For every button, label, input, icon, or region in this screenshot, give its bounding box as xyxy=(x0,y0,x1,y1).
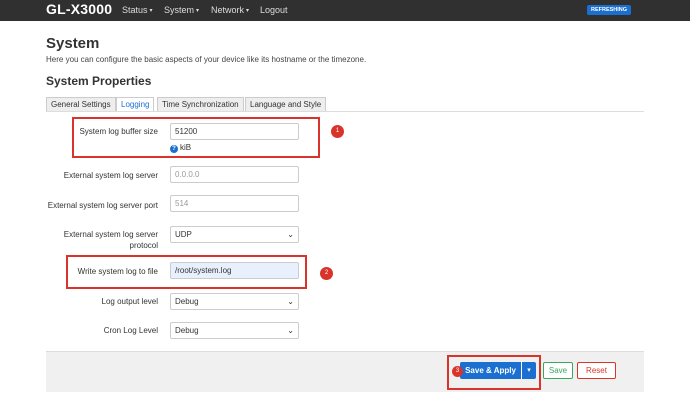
save-button[interactable]: Save xyxy=(543,362,573,379)
external-log-server-input[interactable]: 0.0.0.0 xyxy=(170,166,299,183)
highlight-box-1 xyxy=(72,117,320,158)
tab-divider xyxy=(46,111,644,112)
log-output-level-select[interactable]: Debug ⌄ xyxy=(170,293,299,310)
top-navbar: GL-X3000 Status ▾ System ▾ Network ▾ Logout… xyxy=(0,0,690,21)
brand-logo[interactable]: GL-X3000 xyxy=(46,1,112,17)
nav-logout-link[interactable]: Logout xyxy=(260,5,288,15)
log-output-level-label: Log output level xyxy=(101,297,159,306)
page-content: System Here you can configure the basic … xyxy=(0,21,690,407)
nav-system-label: System xyxy=(164,5,195,15)
caret-down-icon: ▾ xyxy=(246,8,250,14)
caret-down-icon: ▾ xyxy=(196,8,200,14)
chevron-down-icon: ⌄ xyxy=(287,326,294,335)
cron-log-level-label: Cron Log Level xyxy=(103,326,158,335)
tab-general-settings[interactable]: General Settings xyxy=(46,97,116,112)
tab-logging[interactable]: Logging xyxy=(116,97,155,112)
refreshing-badge[interactable]: REFRESHING xyxy=(587,5,631,15)
protocol-label-line2: protocol xyxy=(129,241,158,250)
section-title: System Properties xyxy=(46,74,152,88)
tab-language-and-style[interactable]: Language and Style xyxy=(245,97,327,112)
chevron-down-icon: ⌄ xyxy=(287,230,294,239)
nav-status-label: Status xyxy=(122,5,148,15)
nav-system-menu[interactable]: System ▾ xyxy=(164,5,199,15)
reset-button[interactable]: Reset xyxy=(577,362,616,379)
chevron-down-icon: ⌄ xyxy=(287,297,294,306)
annotation-marker-3: 3 xyxy=(452,366,463,377)
external-log-server-port-label: External system log server port xyxy=(47,201,158,210)
external-log-server-protocol-select[interactable]: UDP ⌄ xyxy=(170,226,299,243)
external-log-server-port-input[interactable]: 514 xyxy=(170,195,299,212)
page-title: System xyxy=(46,35,100,52)
highlight-box-2 xyxy=(66,255,307,289)
log-output-level-value: Debug xyxy=(175,297,199,306)
nav-network-label: Network xyxy=(211,5,245,15)
annotation-marker-2: 2 xyxy=(320,267,333,280)
cron-log-level-value: Debug xyxy=(175,326,199,335)
caret-down-icon: ▾ xyxy=(149,8,153,14)
protocol-select-value: UDP xyxy=(175,230,192,239)
annotation-marker-1: 1 xyxy=(331,125,344,138)
external-log-server-label: External system log server xyxy=(63,171,158,180)
nav-status-menu[interactable]: Status ▾ xyxy=(122,5,153,15)
page-description: Here you can configure the basic aspects… xyxy=(46,55,367,64)
cron-log-level-select[interactable]: Debug ⌄ xyxy=(170,322,299,339)
protocol-label-line1: External system log server xyxy=(63,230,158,239)
nav-logout-label: Logout xyxy=(260,5,288,15)
nav-network-menu[interactable]: Network ▾ xyxy=(211,5,249,15)
external-log-server-protocol-label: External system log server protocol xyxy=(18,229,158,251)
tab-time-synchronization[interactable]: Time Synchronization xyxy=(157,97,244,112)
